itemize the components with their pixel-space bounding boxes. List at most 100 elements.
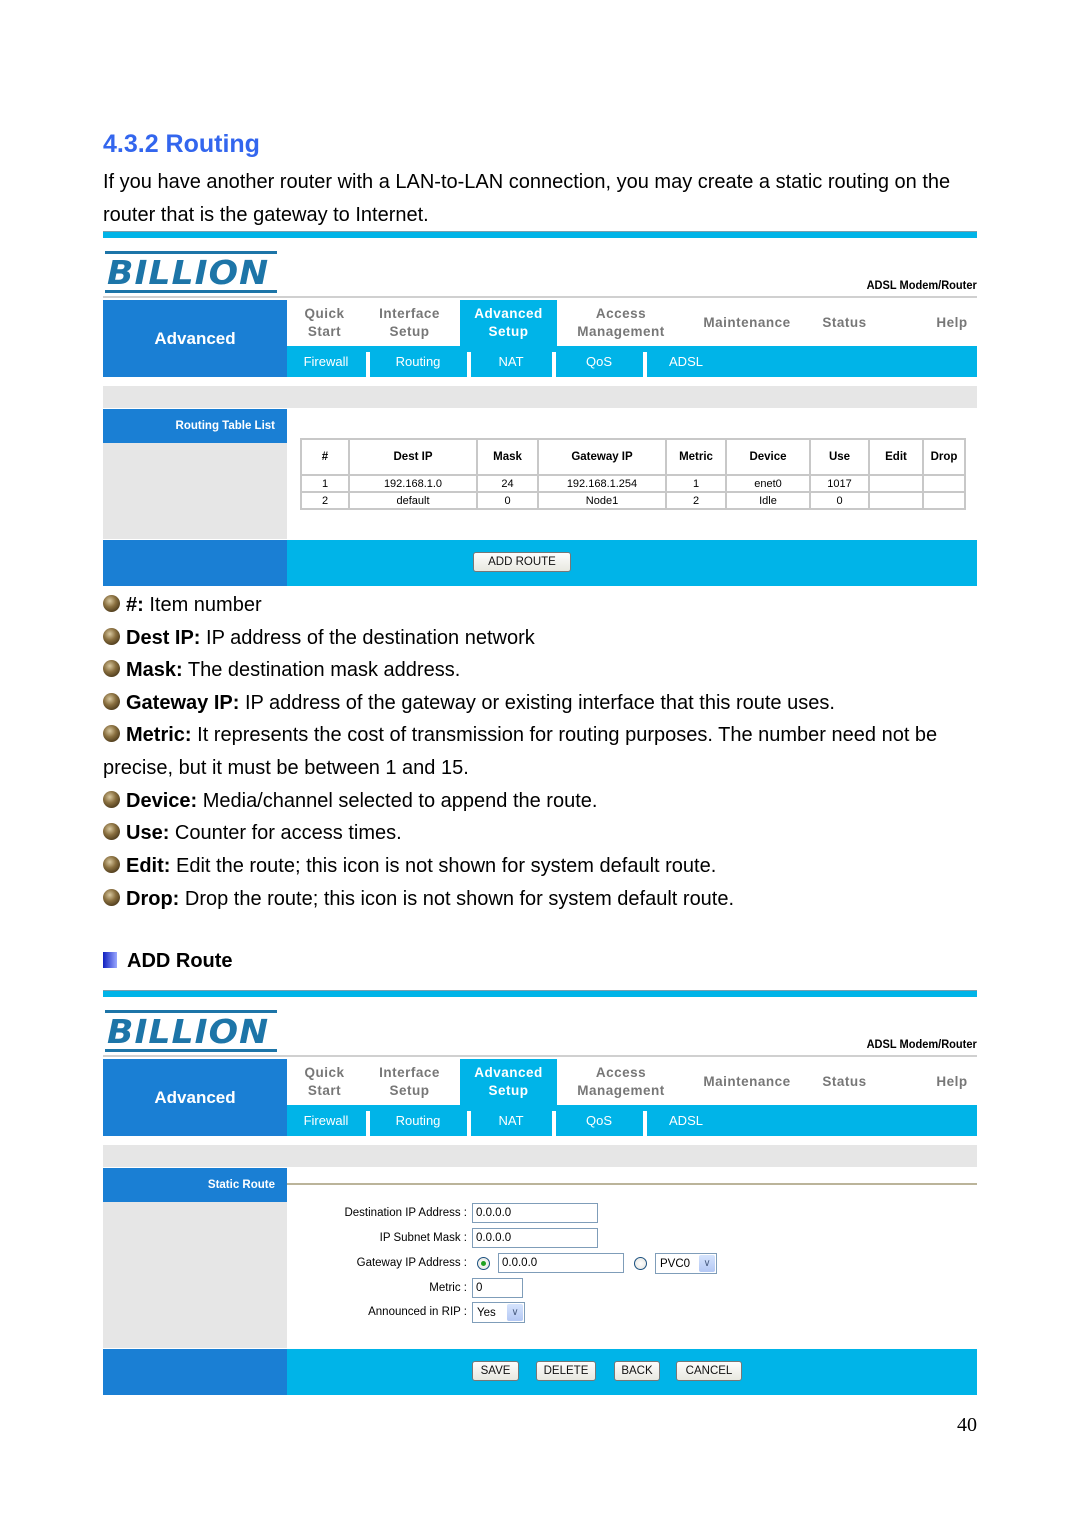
bullet-ball-icon	[103, 856, 120, 873]
top-line	[103, 231, 977, 238]
subnav-adsl[interactable]: ADSL	[647, 346, 725, 377]
rip-label: Announced in RIP :	[368, 1306, 467, 1318]
drop-cell	[924, 476, 964, 491]
col-mask: Mask	[478, 440, 537, 474]
edit-cell	[870, 476, 922, 491]
intro-paragraph: If you have another router with a LAN-to…	[103, 171, 951, 226]
bullet-ball-icon	[103, 823, 120, 840]
nav-quick-start[interactable]: Quick Start	[287, 300, 362, 346]
edit-cell	[870, 493, 922, 508]
sub-nav: Firewall Routing NAT QoS ADSL	[287, 1105, 977, 1136]
add-route-screenshot: BILLION ADSL Modem/Router Advanced Quick…	[103, 990, 977, 1396]
sub-nav: Firewall Routing NAT QoS ADSL	[287, 346, 977, 377]
bullet-item: Gateway IP: IP address of the gateway or…	[103, 687, 983, 720]
nav-quick-start[interactable]: Quick Start	[287, 1059, 362, 1105]
bullet-item: Dest IP: IP address of the destination n…	[103, 622, 983, 655]
subnav-nat[interactable]: NAT	[471, 1105, 551, 1136]
nav-maintenance[interactable]: Maintenance	[687, 300, 807, 346]
main-nav: Quick Start Interface Setup Advanced Set…	[287, 1059, 977, 1105]
add-route-button[interactable]: ADD ROUTE	[473, 552, 571, 572]
model-label: ADSL Modem/Router	[866, 278, 977, 292]
bullet-ball-icon	[103, 628, 120, 645]
gateway-ip-input[interactable]	[498, 1253, 624, 1273]
nav-advanced-setup[interactable]: Advanced Setup	[460, 300, 557, 346]
bullet-item: Mask: The destination mask address.	[103, 654, 983, 687]
metric-input[interactable]	[472, 1278, 523, 1298]
dest-ip-label: Destination IP Address :	[344, 1207, 467, 1219]
billion-logo: BILLION	[105, 1010, 277, 1052]
bullet-ball-icon	[103, 725, 120, 742]
col-gateway-ip: Gateway IP	[539, 440, 665, 474]
col-metric: Metric	[667, 440, 725, 474]
table-row: 2 default 0 Node1 2 Idle 0	[302, 493, 964, 508]
nav-interface-setup[interactable]: Interface Setup	[362, 300, 457, 346]
main-nav: Quick Start Interface Setup Advanced Set…	[287, 300, 977, 346]
col-drop: Drop	[924, 440, 964, 474]
subnet-mask-input[interactable]	[472, 1228, 598, 1248]
table-row: 1 192.168.1.0 24 192.168.1.254 1 enet0 1…	[302, 476, 964, 491]
bullet-item: Metric: It represents the cost of transm…	[103, 724, 938, 779]
chevron-down-icon[interactable]: ∨	[699, 1255, 715, 1272]
gateway-ip-label: Gateway IP Address :	[356, 1257, 467, 1269]
chevron-down-icon[interactable]: ∨	[507, 1304, 523, 1321]
subnav-firewall[interactable]: Firewall	[287, 346, 365, 377]
subnav-nat[interactable]: NAT	[471, 346, 551, 377]
nav-help[interactable]: Help	[917, 300, 987, 346]
subnav-routing[interactable]: Routing	[370, 346, 466, 377]
cancel-button[interactable]: CANCEL	[676, 1361, 742, 1381]
bullet-item: Drop: Drop the route; this icon is not s…	[103, 883, 983, 916]
bullet-ball-icon	[103, 660, 120, 677]
routing-table: # Dest IP Mask Gateway IP Metric Device …	[300, 438, 966, 510]
save-button[interactable]: SAVE	[472, 1361, 519, 1381]
bullet-ball-icon	[103, 693, 120, 710]
gateway-interface-radio[interactable]	[634, 1257, 647, 1270]
nav-help[interactable]: Help	[917, 1059, 987, 1105]
billion-logo: BILLION	[105, 251, 277, 293]
bullet-ball-icon	[103, 791, 120, 808]
subnav-qos[interactable]: QoS	[556, 1105, 642, 1136]
bullet-item: Device: Media/channel selected to append…	[103, 785, 983, 818]
subnav-firewall[interactable]: Firewall	[287, 1105, 365, 1136]
col-number: #	[302, 440, 348, 474]
nav-interface-setup[interactable]: Interface Setup	[362, 1059, 457, 1105]
dest-ip-input[interactable]	[472, 1203, 598, 1223]
metric-label: Metric :	[429, 1282, 467, 1294]
page-number: 40	[957, 1414, 977, 1436]
delete-button[interactable]: DELETE	[536, 1361, 596, 1381]
table-header-row: # Dest IP Mask Gateway IP Metric Device …	[302, 440, 964, 474]
col-edit: Edit	[870, 440, 922, 474]
side-title: Advanced	[103, 1059, 287, 1136]
add-route-heading: ADD Route	[103, 950, 233, 973]
subnet-mask-label: IP Subnet Mask :	[379, 1232, 467, 1244]
nav-access-management[interactable]: Access Management	[557, 1059, 685, 1105]
drop-cell	[924, 493, 964, 508]
nav-maintenance[interactable]: Maintenance	[687, 1059, 807, 1105]
gateway-ip-radio[interactable]	[477, 1257, 490, 1270]
top-line	[103, 990, 977, 997]
bullet-item: Edit: Edit the route; this icon is not s…	[103, 850, 983, 883]
routing-table-screenshot: BILLION ADSL Modem/Router Advanced Quick…	[103, 231, 977, 587]
nav-status[interactable]: Status	[807, 300, 882, 346]
bullet-ball-icon	[103, 595, 120, 612]
col-dest-ip: Dest IP	[350, 440, 476, 474]
back-button[interactable]: BACK	[614, 1361, 660, 1381]
bullet-item: Use: Counter for access times.	[103, 817, 983, 850]
nav-access-management[interactable]: Access Management	[557, 300, 685, 346]
nav-status[interactable]: Status	[807, 1059, 882, 1105]
bullet-item: #: Item number	[103, 589, 983, 622]
bullet-ball-icon	[103, 889, 120, 906]
subnav-qos[interactable]: QoS	[556, 346, 642, 377]
side-title: Advanced	[103, 300, 287, 377]
subnav-routing[interactable]: Routing	[370, 1105, 466, 1136]
rip-select[interactable]: Yes ∨	[472, 1302, 525, 1323]
nav-advanced-setup[interactable]: Advanced Setup	[460, 1059, 557, 1105]
gateway-interface-select[interactable]: PVC0 ∨	[655, 1253, 717, 1274]
static-route-label: Static Route	[103, 1168, 287, 1202]
square-bullet-icon	[103, 952, 117, 968]
subnav-adsl[interactable]: ADSL	[647, 1105, 725, 1136]
routing-table-label: Routing Table List	[103, 409, 287, 443]
model-label: ADSL Modem/Router	[866, 1037, 977, 1051]
section-title: 4.3.2 Routing	[103, 130, 260, 158]
col-device: Device	[727, 440, 809, 474]
col-use: Use	[811, 440, 868, 474]
